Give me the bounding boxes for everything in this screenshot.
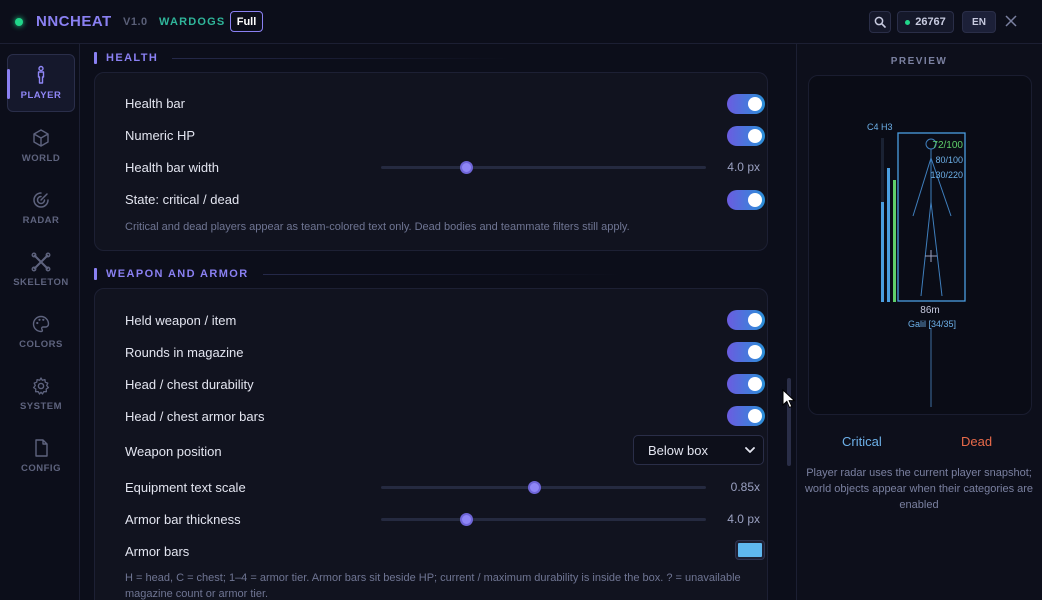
sidebar-item-label: RADAR (22, 215, 60, 226)
sidebar-item-label: SKELETON (13, 277, 69, 288)
mouse-cursor-icon (782, 389, 796, 409)
slider-thumb[interactable] (459, 161, 473, 174)
section-title: HEALTH (106, 52, 159, 64)
online-count: 26767 (915, 16, 946, 28)
armor-bars-toggle[interactable] (727, 406, 765, 426)
online-count-badge: 26767 (897, 11, 954, 33)
weapon-position-label: Weapon position (125, 444, 222, 459)
sidebar-item-world[interactable]: WORLD (7, 116, 75, 174)
weapon-position-value: Below box (648, 442, 708, 458)
sidebar-item-player[interactable]: PLAYER (7, 54, 75, 112)
sidebar-item-label: CONFIG (21, 463, 61, 474)
distance-text: 86m (920, 305, 939, 316)
sidebar-item-label: PLAYER (20, 90, 62, 101)
health-bar-width-value: 4.0 px (727, 160, 760, 174)
sidebar-item-config[interactable]: CONFIG (7, 426, 75, 484)
health-hint: Critical and dead players appear as team… (125, 221, 630, 233)
armor-bars-toggle-label: Head / chest armor bars (125, 409, 265, 424)
head-armor-bar (881, 202, 884, 302)
armor-tag: C4 H3 (867, 122, 893, 132)
online-dot (905, 19, 911, 25)
section-header-weapon-armor: WEAPON AND ARMOR (94, 267, 624, 281)
file-icon (35, 439, 48, 457)
chest-armor-bar (887, 168, 890, 302)
search-button[interactable] (869, 11, 891, 33)
preview-note: Player radar uses the current player sna… (804, 467, 1034, 511)
tier-badge: Full (230, 11, 263, 32)
person-icon (37, 65, 45, 84)
section-title: WEAPON AND ARMOR (106, 268, 249, 280)
head-durability-text: 80/100 (935, 155, 963, 165)
search-icon (874, 16, 886, 28)
slider-thumb[interactable] (527, 481, 541, 494)
weapon-position-select[interactable]: Below box (633, 435, 764, 465)
legend-critical: Critical (842, 434, 882, 449)
section-header-health: HEALTH (94, 51, 564, 65)
palette-icon (32, 315, 50, 333)
cube-icon (33, 129, 49, 147)
close-icon (1005, 15, 1017, 27)
slider-thumb[interactable] (459, 513, 473, 526)
state-critical-dead-toggle[interactable] (727, 190, 765, 210)
sidebar-item-colors[interactable]: COLORS (7, 302, 75, 360)
sidebar-item-radar[interactable]: RADAR (7, 178, 75, 236)
gear-icon (32, 377, 50, 395)
chevron-down-icon (745, 447, 755, 453)
health-bar-fill (893, 180, 896, 302)
numeric-hp-label: Numeric HP (125, 128, 196, 143)
armor-bar-thickness-value: 4.0 px (727, 512, 760, 526)
crosshair-icon (925, 250, 937, 262)
held-weapon-label: Held weapon / item (125, 313, 237, 328)
settings-panel: HEALTH Health bar Numeric HP Health bar … (81, 44, 793, 600)
weapon-armor-card: Held weapon / item Rounds in magazine He… (94, 288, 768, 600)
sidebar-item-system[interactable]: SYSTEM (7, 364, 75, 422)
equipment-text-scale-value: 0.85x (730, 480, 760, 494)
weapon-text: Galil [34/35] (908, 319, 956, 329)
esp-preview: C4 H3 72/100 80/100 130/220 86m Galil [3… (867, 122, 966, 407)
preview-viewport: C4 H3 72/100 80/100 130/220 86m Galil [3… (808, 75, 1032, 415)
held-weapon-toggle[interactable] (727, 310, 765, 330)
sidebar-item-skeleton[interactable]: SKELETON (7, 240, 75, 298)
equipment-text-scale-slider[interactable] (381, 481, 706, 494)
armor-bar-thickness-label: Armor bar thickness (125, 512, 241, 527)
close-button[interactable] (1003, 13, 1019, 29)
game-label: WARDOGS (159, 16, 226, 28)
top-bar: NNCHEAT V1.0 WARDOGS Full 26767 EN (0, 0, 1042, 44)
skeleton-icon (31, 252, 51, 272)
chest-durability-text: 130/220 (930, 170, 963, 180)
armor-bar-thickness-slider[interactable] (381, 513, 706, 526)
app-title: NNCHEAT (36, 13, 112, 30)
status-indicator (15, 18, 23, 26)
health-bar-label: Health bar (125, 96, 185, 111)
radar-icon (33, 192, 49, 208)
preview-panel: PREVIEW C4 H3 72/100 80/100 130/220 86m … (796, 44, 1042, 600)
health-bar-toggle[interactable] (727, 94, 765, 114)
health-card: Health bar Numeric HP Health bar width 4… (94, 72, 768, 251)
state-critical-dead-label: State: critical / dead (125, 192, 240, 207)
rounds-label: Rounds in magazine (125, 345, 244, 360)
numeric-hp-toggle[interactable] (727, 126, 765, 146)
weapon-hint: H = head, C = chest; 1–4 = armor tier. A… (125, 572, 741, 600)
legend-dead: Dead (961, 434, 993, 449)
durability-label: Head / chest durability (125, 377, 254, 392)
main-scrollbar[interactable] (786, 46, 792, 594)
sidebar-item-label: WORLD (21, 153, 61, 164)
sidebar-item-label: SYSTEM (19, 401, 63, 412)
version-label: V1.0 (123, 16, 148, 28)
language-button[interactable]: EN (962, 11, 996, 33)
sidebar-item-label: COLORS (19, 339, 63, 350)
health-bar-width-label: Health bar width (125, 160, 219, 175)
armor-bars-color-swatch[interactable] (736, 541, 764, 559)
durability-toggle[interactable] (727, 374, 765, 394)
hp-text: 72/100 (932, 140, 963, 151)
equipment-text-scale-label: Equipment text scale (125, 480, 246, 495)
rounds-toggle[interactable] (727, 342, 765, 362)
health-bar-width-slider[interactable] (381, 161, 706, 174)
sidebar: PLAYER WORLD RADAR SKELETON COLORS SYSTE… (0, 44, 80, 600)
preview-title: PREVIEW (890, 56, 948, 67)
armor-bars-label: Armor bars (125, 544, 190, 559)
